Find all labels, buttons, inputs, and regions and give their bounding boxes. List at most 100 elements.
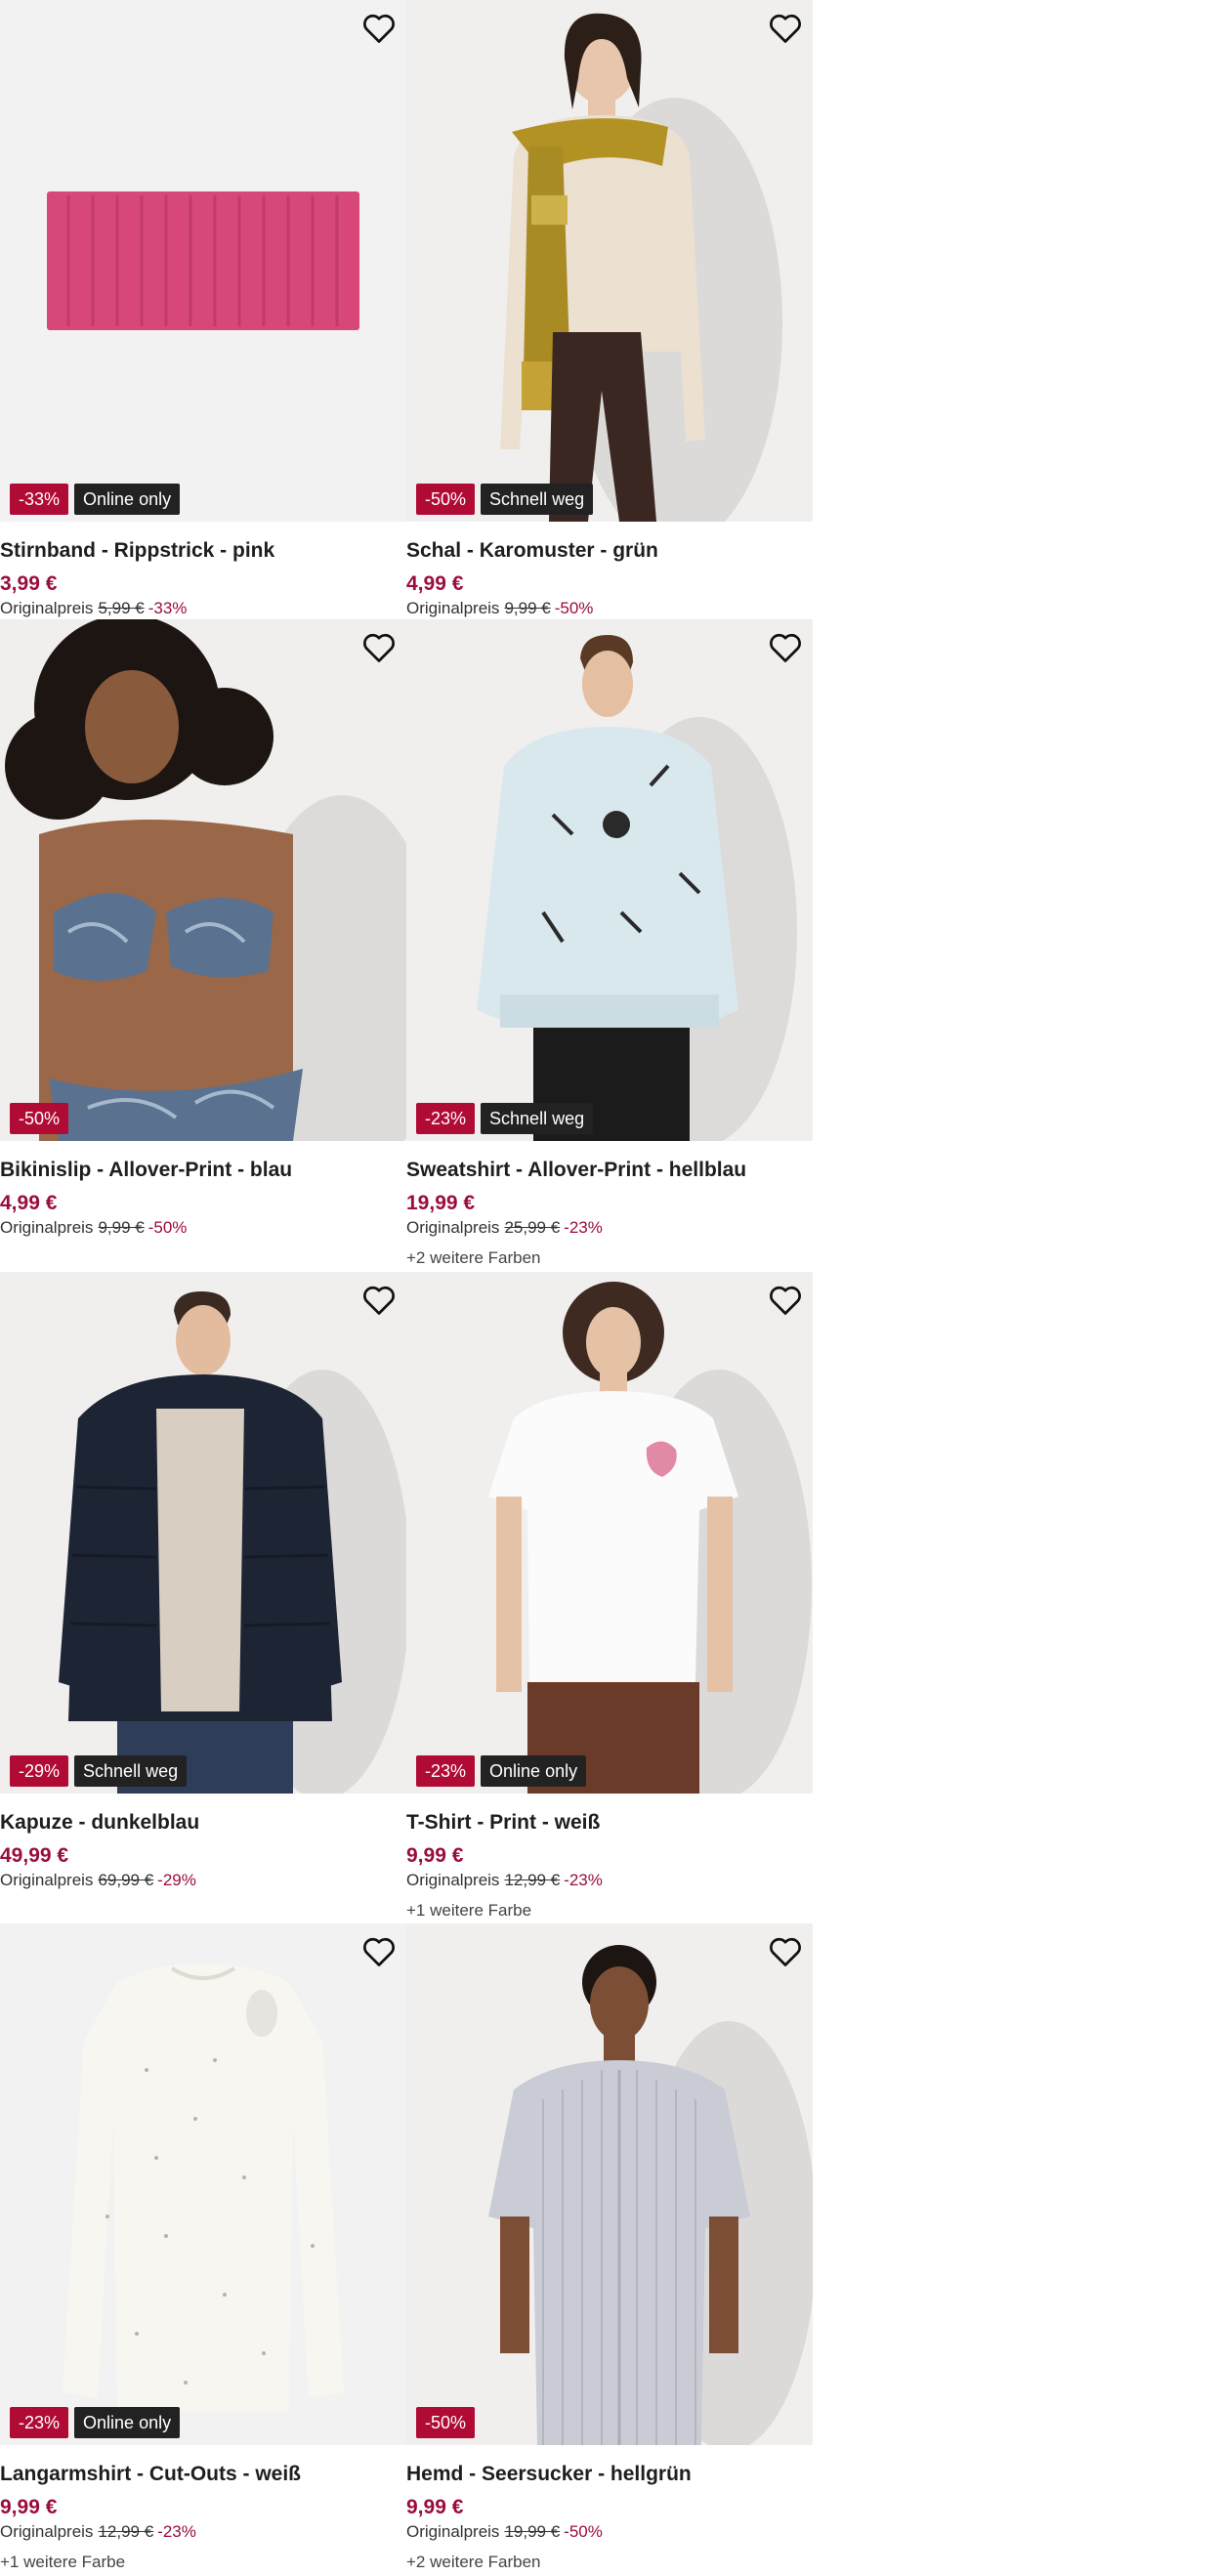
badges: -33% Online only <box>10 484 181 515</box>
discount-badge: -23% <box>10 2407 69 2438</box>
product-title[interactable]: Bikinislip - Allover-Print - blau <box>0 1159 292 1182</box>
discount-percent: -23% <box>564 1218 603 1237</box>
product-price: 9,99 € <box>406 1844 464 1867</box>
heart-icon[interactable] <box>361 1284 397 1317</box>
discount-badge: -23% <box>416 1755 476 1787</box>
original-price-line: Originalpreis 9,99 € -50% <box>406 599 593 618</box>
product-title[interactable]: Hemd - Seersucker - hellgrün <box>406 2463 692 2486</box>
discount-percent: -23% <box>564 1871 603 1889</box>
discount-badge: -33% <box>10 484 69 515</box>
discount-badge: -50% <box>10 1103 69 1134</box>
original-price: 19,99 € <box>504 2522 561 2541</box>
more-colors-link[interactable]: +2 weitere Farben <box>406 2553 541 2572</box>
original-price-label: Originalpreis <box>0 1218 94 1237</box>
original-price-label: Originalpreis <box>0 1871 94 1889</box>
product-title[interactable]: Kapuze - dunkelblau <box>0 1811 199 1835</box>
original-price-label: Originalpreis <box>406 599 500 617</box>
discount-percent: -50% <box>564 2522 603 2541</box>
badges: -50% <box>10 1103 69 1134</box>
product-title[interactable]: Sweatshirt - Allover-Print - hellblau <box>406 1159 746 1182</box>
product-card[interactable]: -50% Hemd - Seersucker - hellgrün 9,99 €… <box>406 1923 813 2571</box>
product-grid: -33% Online only Stirnband - Rippstrick … <box>0 0 1221 2576</box>
more-colors-link[interactable]: +1 weitere Farbe <box>406 1901 531 1921</box>
discount-percent: -33% <box>147 599 188 617</box>
product-card[interactable]: -23% Online only Langarmshirt - Cut-Outs… <box>0 1923 406 2571</box>
product-card[interactable]: -50% Schnell weg Schal - Karomuster - gr… <box>406 0 813 617</box>
original-price: 12,99 € <box>504 1871 561 1889</box>
badges: -29% Schnell weg <box>10 1755 188 1787</box>
product-price: 3,99 € <box>0 572 58 595</box>
heart-icon[interactable] <box>361 12 397 45</box>
status-badge: Schnell weg <box>74 1755 188 1787</box>
product-image[interactable]: -50% <box>406 1923 813 2445</box>
product-price: 4,99 € <box>0 1192 58 1214</box>
jacket-model-image <box>0 1272 406 1794</box>
product-title[interactable]: Langarmshirt - Cut-Outs - weiß <box>0 2463 301 2486</box>
original-price-label: Originalpreis <box>0 2522 94 2541</box>
product-image[interactable]: -23% Online only <box>0 1923 406 2445</box>
original-price: 5,99 € <box>98 599 145 617</box>
product-price: 4,99 € <box>406 572 464 595</box>
product-title[interactable]: Schal - Karomuster - grün <box>406 539 658 563</box>
more-colors-link[interactable]: +1 weitere Farbe <box>0 2553 125 2572</box>
original-price-label: Originalpreis <box>0 599 94 617</box>
heart-icon[interactable] <box>768 1284 803 1317</box>
longsleeve-image <box>0 1923 406 2445</box>
product-title[interactable]: Stirnband - Rippstrick - pink <box>0 539 274 563</box>
original-price-line: Originalpreis 69,99 € -29% <box>0 1871 196 1890</box>
original-price-line: Originalpreis 5,99 € -33% <box>0 599 187 618</box>
status-badge: Schnell weg <box>481 484 594 515</box>
status-badge: Schnell weg <box>481 1103 594 1134</box>
discount-percent: -23% <box>157 2522 196 2541</box>
scarf-model-image <box>406 0 813 522</box>
bikini-model-image <box>0 619 406 1141</box>
product-card[interactable]: -29% Schnell weg Kapuze - dunkelblau 49,… <box>0 1272 406 1889</box>
shirt-model-image <box>406 1923 813 2445</box>
sweatshirt-model-image <box>406 619 813 1141</box>
product-card[interactable]: -50% Bikinislip - Allover-Print - blau 4… <box>0 619 406 1237</box>
original-price-line: Originalpreis 19,99 € -50% <box>406 2522 603 2542</box>
product-card[interactable]: -23% Online only T-Shirt - Print - weiß … <box>406 1272 813 1920</box>
more-colors-link[interactable]: +2 weitere Farben <box>406 1248 541 1268</box>
product-image[interactable]: -33% Online only <box>0 0 406 522</box>
discount-badge: -23% <box>416 1103 476 1134</box>
product-price: 9,99 € <box>406 2496 464 2518</box>
product-card[interactable]: -33% Online only Stirnband - Rippstrick … <box>0 0 406 617</box>
discount-badge: -29% <box>10 1755 69 1787</box>
original-price: 25,99 € <box>504 1218 561 1237</box>
badges: -23% Online only <box>416 1755 587 1787</box>
product-image[interactable]: -50% <box>0 619 406 1141</box>
original-price: 69,99 € <box>98 1871 154 1889</box>
tshirt-model-image <box>406 1272 813 1794</box>
status-badge: Online only <box>74 484 181 515</box>
product-image[interactable]: -29% Schnell weg <box>0 1272 406 1794</box>
discount-badge: -50% <box>416 484 476 515</box>
product-image[interactable]: -23% Online only <box>406 1272 813 1794</box>
product-price: 9,99 € <box>0 2496 58 2518</box>
badges: -50% Schnell weg <box>416 484 594 515</box>
status-badge: Online only <box>74 2407 181 2438</box>
heart-icon[interactable] <box>768 631 803 664</box>
heart-icon[interactable] <box>361 1935 397 1968</box>
original-price-line: Originalpreis 12,99 € -23% <box>0 2522 196 2542</box>
original-price: 12,99 € <box>98 2522 154 2541</box>
original-price-label: Originalpreis <box>406 2522 500 2541</box>
discount-percent: -50% <box>147 1218 188 1237</box>
product-image[interactable]: -50% Schnell weg <box>406 0 813 522</box>
product-price: 19,99 € <box>406 1192 476 1214</box>
product-title[interactable]: T-Shirt - Print - weiß <box>406 1811 600 1835</box>
original-price-label: Originalpreis <box>406 1218 500 1237</box>
discount-percent: -50% <box>554 599 594 617</box>
original-price-line: Originalpreis 25,99 € -23% <box>406 1218 603 1238</box>
heart-icon[interactable] <box>768 1935 803 1968</box>
badges: -23% Schnell weg <box>416 1103 594 1134</box>
product-image[interactable]: -23% Schnell weg <box>406 619 813 1141</box>
heart-icon[interactable] <box>361 631 397 664</box>
heart-icon[interactable] <box>768 12 803 45</box>
original-price-line: Originalpreis 9,99 € -50% <box>0 1218 187 1238</box>
discount-percent: -29% <box>157 1871 196 1889</box>
product-card[interactable]: -23% Schnell weg Sweatshirt - Allover-Pr… <box>406 619 813 1267</box>
headband-image <box>0 0 406 522</box>
product-price: 49,99 € <box>0 1844 69 1867</box>
badges: -50% <box>416 2407 476 2438</box>
